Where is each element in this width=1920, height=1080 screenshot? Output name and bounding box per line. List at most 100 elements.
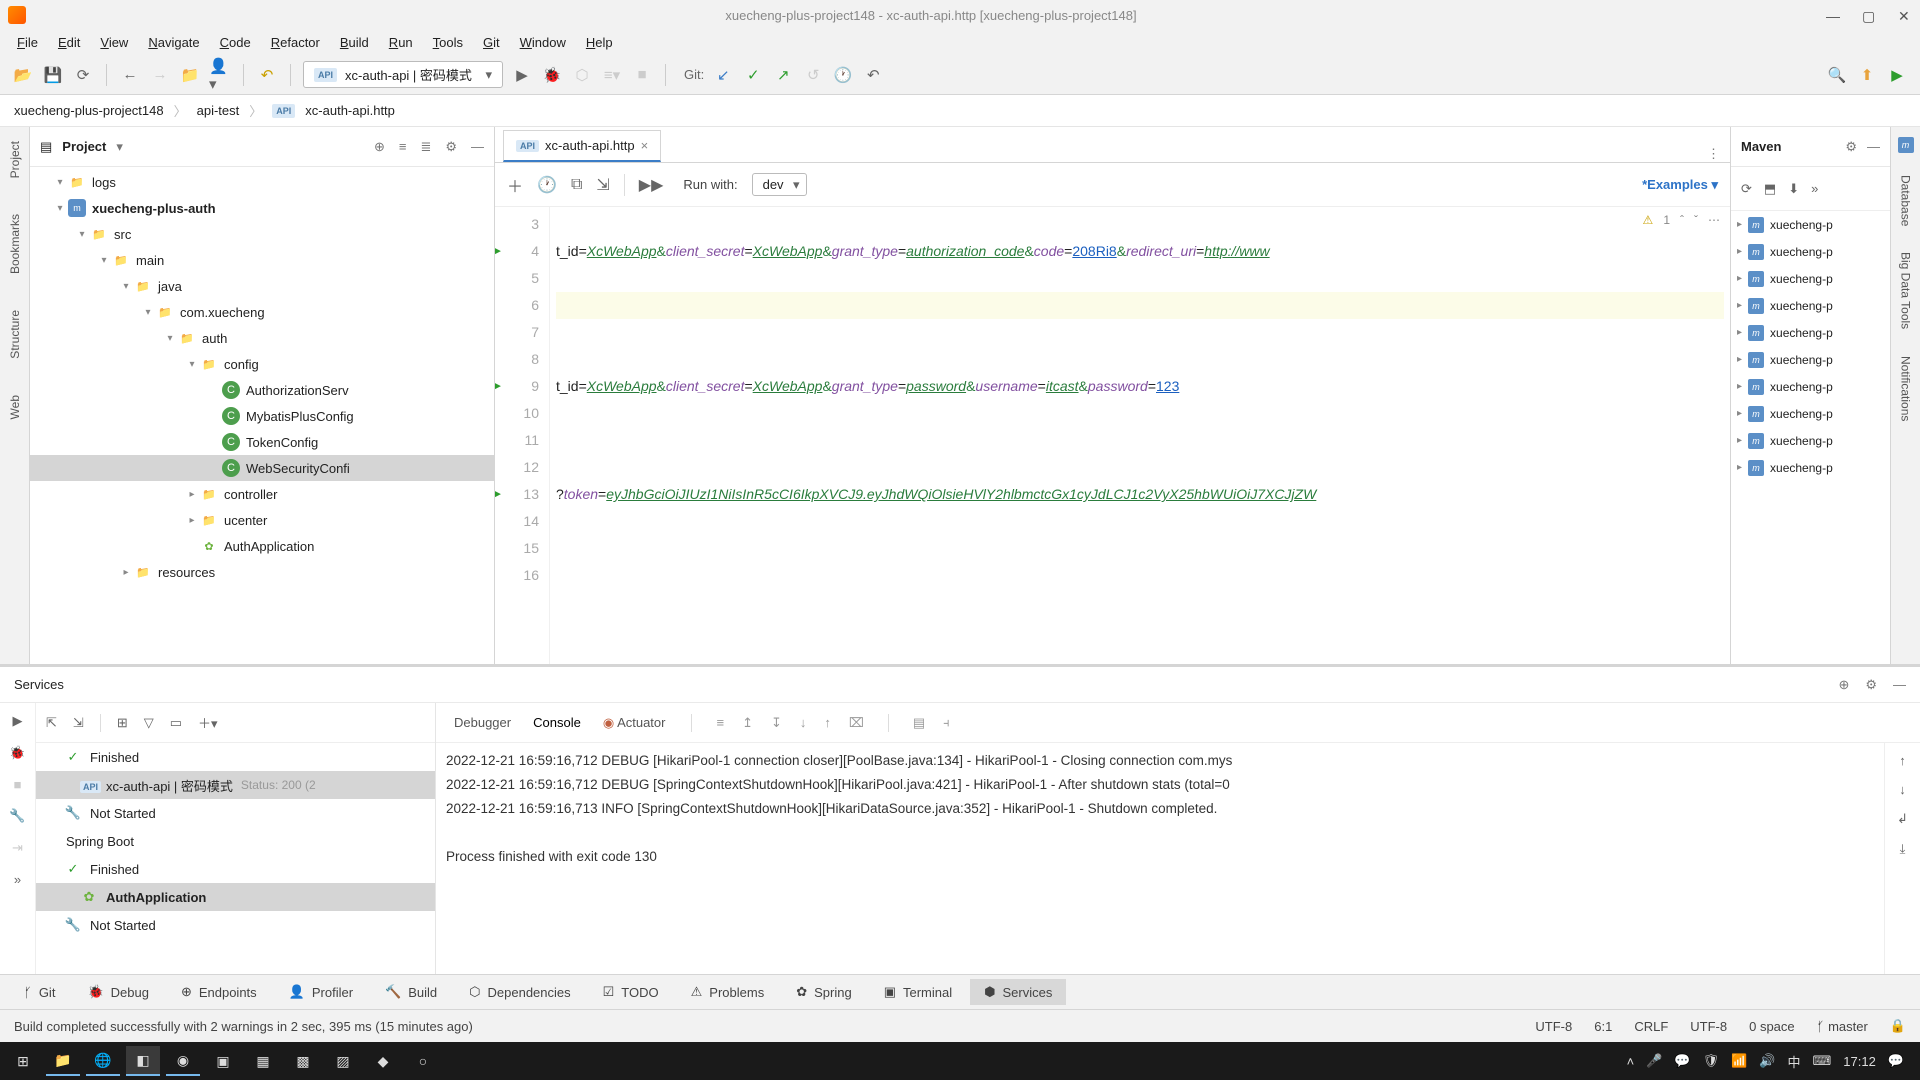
folder-icon[interactable]: 📁: [179, 64, 201, 86]
collapse-icon[interactable]: ⇲: [73, 715, 84, 731]
menu-tools[interactable]: Tools: [424, 32, 472, 53]
tree-node[interactable]: ▸📁ucenter: [30, 507, 494, 533]
service-node[interactable]: ✓Finished: [36, 743, 435, 771]
down-arrow-icon[interactable]: ↓: [1899, 782, 1906, 797]
up-arrow-icon[interactable]: ↑: [1899, 753, 1906, 768]
layout-icon[interactable]: ▤: [913, 715, 925, 731]
maven-node[interactable]: ▸mxuecheng-p: [1731, 292, 1890, 319]
back-icon[interactable]: ←: [119, 64, 141, 86]
undo-arrow-icon[interactable]: ↶: [256, 64, 278, 86]
web-strip-button[interactable]: Web: [8, 389, 22, 425]
volume-icon[interactable]: 🔊: [1759, 1053, 1775, 1069]
soft-wrap-icon[interactable]: ≡: [716, 715, 724, 730]
run-all-icon[interactable]: ▶▶: [639, 175, 664, 195]
maven-tree[interactable]: ▸mxuecheng-p▸mxuecheng-p▸mxuecheng-p▸mxu…: [1731, 211, 1890, 664]
ime-icon[interactable]: 中: [1787, 1052, 1800, 1071]
coverage-icon[interactable]: ⬡: [571, 64, 593, 86]
maven-node[interactable]: ▸mxuecheng-p: [1731, 265, 1890, 292]
run-config-combo[interactable]: API xc-auth-api | 密码模式 ▾: [303, 61, 503, 88]
minimize-button[interactable]: —: [1826, 8, 1840, 22]
gear-icon[interactable]: ⚙: [445, 139, 457, 155]
maven-node[interactable]: ▸mxuecheng-p: [1731, 427, 1890, 454]
mic-icon[interactable]: 🎤: [1646, 1053, 1662, 1069]
caret-pos-label[interactable]: 6:1: [1594, 1019, 1612, 1034]
service-node[interactable]: APIxc-auth-api | 密码模式 Status: 200 (2: [36, 771, 435, 799]
tree-node[interactable]: CAuthorizationServ: [30, 377, 494, 403]
filter-icon[interactable]: ▽: [144, 715, 154, 731]
code-editor[interactable]: ⚠ 1 ˆ ˇ ⋯ 3▶45678▶9101112▶13141516 t_id=…: [495, 207, 1730, 664]
tree-node[interactable]: ▸📁resources: [30, 559, 494, 585]
git-push-icon[interactable]: ↗: [772, 64, 794, 86]
add-icon[interactable]: ＋▾: [198, 713, 218, 732]
bigdata-strip-button[interactable]: Big Data Tools: [1899, 248, 1913, 333]
menu-build[interactable]: Build: [331, 32, 378, 53]
start-icon[interactable]: ⊞: [6, 1046, 40, 1076]
notifications-strip-button[interactable]: Notifications: [1899, 352, 1913, 425]
hide-icon[interactable]: —: [471, 139, 484, 155]
console-output[interactable]: 2022-12-21 16:59:16,712 DEBUG [HikariPoo…: [436, 743, 1884, 974]
wrench-icon[interactable]: 🔧: [9, 808, 25, 824]
menu-code[interactable]: Code: [211, 32, 260, 53]
split-icon[interactable]: ⫞: [943, 715, 950, 731]
ide-update-icon[interactable]: ⬆: [1856, 64, 1878, 86]
explorer-icon[interactable]: 📁: [46, 1046, 80, 1076]
debug-icon[interactable]: 🐞: [541, 64, 563, 86]
scroll-end-icon[interactable]: ⤓: [1900, 841, 1906, 857]
actuator-tab[interactable]: ◉ Actuator: [601, 711, 668, 735]
lock-icon[interactable]: 🔒: [1890, 1018, 1906, 1034]
git-history-icon[interactable]: ↺: [802, 64, 824, 86]
app4-icon[interactable]: ▨: [326, 1046, 360, 1076]
scroll-down-icon[interactable]: ↧: [771, 715, 782, 731]
tree-node[interactable]: ▾📁auth: [30, 325, 494, 351]
maven-node[interactable]: ▸mxuecheng-p: [1731, 400, 1890, 427]
git-clock-icon[interactable]: 🕐: [832, 64, 854, 86]
debugger-tab[interactable]: Debugger: [452, 711, 513, 734]
keyboard-icon[interactable]: ⌨: [1813, 1053, 1832, 1069]
code-with-me-icon[interactable]: ▶: [1886, 64, 1908, 86]
bottom-tab-terminal[interactable]: ▣Terminal: [870, 979, 966, 1005]
menu-git[interactable]: Git: [474, 32, 509, 53]
hide-icon[interactable]: —: [1893, 677, 1906, 693]
project-strip-button[interactable]: Project: [8, 135, 22, 184]
maximize-button[interactable]: ▢: [1862, 8, 1876, 22]
dropdown-icon[interactable]: ▾: [116, 139, 123, 155]
tree-node[interactable]: ▾📁config: [30, 351, 494, 377]
git-revert-icon[interactable]: ↶: [862, 64, 884, 86]
indent-label[interactable]: 0 space: [1749, 1019, 1795, 1034]
up-icon[interactable]: ˆ: [1680, 213, 1684, 227]
system-tray[interactable]: ˄ 🎤 💬 🛡 📶 🔊 中 ⌨ 17:12 💬: [1627, 1052, 1914, 1071]
maven-strip-icon[interactable]: m: [1898, 137, 1914, 153]
git-commit-icon[interactable]: ✓: [742, 64, 764, 86]
more-icon[interactable]: »: [14, 872, 21, 887]
tree-node[interactable]: ▾📁src: [30, 221, 494, 247]
maven-node[interactable]: ▸mxuecheng-p: [1731, 238, 1890, 265]
copy-icon[interactable]: ⧉: [571, 176, 582, 194]
clear-icon[interactable]: ⌧: [849, 715, 864, 731]
encoding2-label[interactable]: UTF-8: [1690, 1019, 1727, 1034]
stop-icon[interactable]: ■: [631, 64, 653, 86]
examples-link[interactable]: Examples ▾: [1642, 177, 1718, 193]
reload-icon[interactable]: ⟳: [1741, 181, 1752, 197]
menu-navigate[interactable]: Navigate: [139, 32, 208, 53]
edge-icon[interactable]: 🌐: [86, 1046, 120, 1076]
chrome-icon[interactable]: ◉: [166, 1046, 200, 1076]
eol-label[interactable]: CRLF: [1634, 1019, 1668, 1034]
app6-icon[interactable]: ○: [406, 1046, 440, 1076]
app-icon[interactable]: ▣: [206, 1046, 240, 1076]
bottom-tab-services[interactable]: ⬢Services: [970, 979, 1066, 1005]
bottom-tab-dependencies[interactable]: ⬡Dependencies: [455, 979, 584, 1005]
project-tree[interactable]: ▾📁logs▾mxuecheng-plus-auth▾📁src▾📁main▾📁j…: [30, 167, 494, 664]
bottom-tab-problems[interactable]: ⚠Problems: [677, 979, 779, 1005]
chevron-up-icon[interactable]: ˄: [1627, 1054, 1635, 1069]
menu-file[interactable]: File: [8, 32, 47, 53]
search-icon[interactable]: 🔍: [1826, 64, 1848, 86]
run-icon[interactable]: ▶: [13, 713, 23, 729]
bottom-tab-todo[interactable]: ☑TODO: [589, 979, 673, 1005]
stop-icon[interactable]: ■: [14, 777, 22, 792]
more-icon[interactable]: ⋯: [1708, 213, 1720, 227]
exit-icon[interactable]: ⇥: [12, 840, 23, 856]
app3-icon[interactable]: ▩: [286, 1046, 320, 1076]
menu-run[interactable]: Run: [380, 32, 422, 53]
breadcrumb-folder[interactable]: api-test: [197, 103, 240, 118]
debug-icon[interactable]: 🐞: [9, 745, 25, 761]
